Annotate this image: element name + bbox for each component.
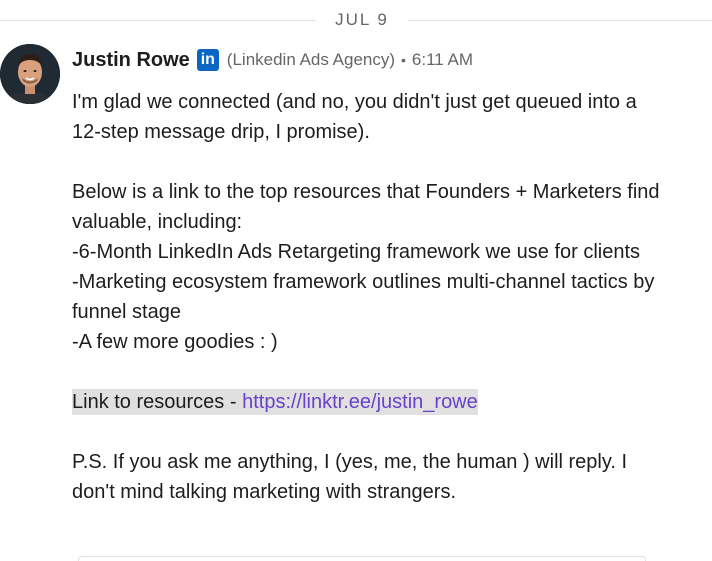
list-item: -Marketing ecosystem framework outlines … — [72, 271, 660, 323]
next-message-card-edge — [78, 556, 646, 561]
date-divider: JUL 9 — [0, 0, 712, 40]
message-paragraph-resources: Below is a link to the top resources tha… — [72, 181, 666, 233]
message-paragraph-intro: I'm glad we connected (and no, you didn'… — [72, 91, 643, 143]
meta-separator: • — [401, 52, 406, 68]
linkedin-icon: in — [196, 49, 219, 71]
link-line: Link to resources - https://linktr.ee/ju… — [72, 387, 662, 417]
avatar[interactable] — [0, 44, 60, 104]
message-timestamp: 6:11 AM — [411, 50, 474, 69]
message-body: I'm glad we connected (and no, you didn'… — [72, 87, 662, 507]
sender-name[interactable]: Justin Rowe — [72, 49, 190, 72]
list-item: -A few more goodies : ) — [72, 331, 278, 353]
date-label: JUL 9 — [335, 10, 389, 29]
avatar-photo — [0, 44, 60, 104]
list-item: -6-Month LinkedIn Ads Retargeting framew… — [72, 241, 641, 263]
message-paragraph-ps: P.S. If you ask me anything, I (yes, me,… — [72, 451, 633, 503]
message-header: Justin Rowe in (Linkedin Ads Agency) • 6… — [72, 46, 473, 74]
divider-line-left — [0, 20, 316, 21]
link-highlight: Link to resources - https://linktr.ee/ju… — [72, 389, 478, 415]
resources-link[interactable]: https://linktr.ee/justin_rowe — [242, 391, 478, 413]
divider-line-right — [408, 20, 712, 21]
sender-headline: (Linkedin Ads Agency) — [226, 50, 396, 69]
link-prefix: Link to resources - — [72, 391, 243, 413]
